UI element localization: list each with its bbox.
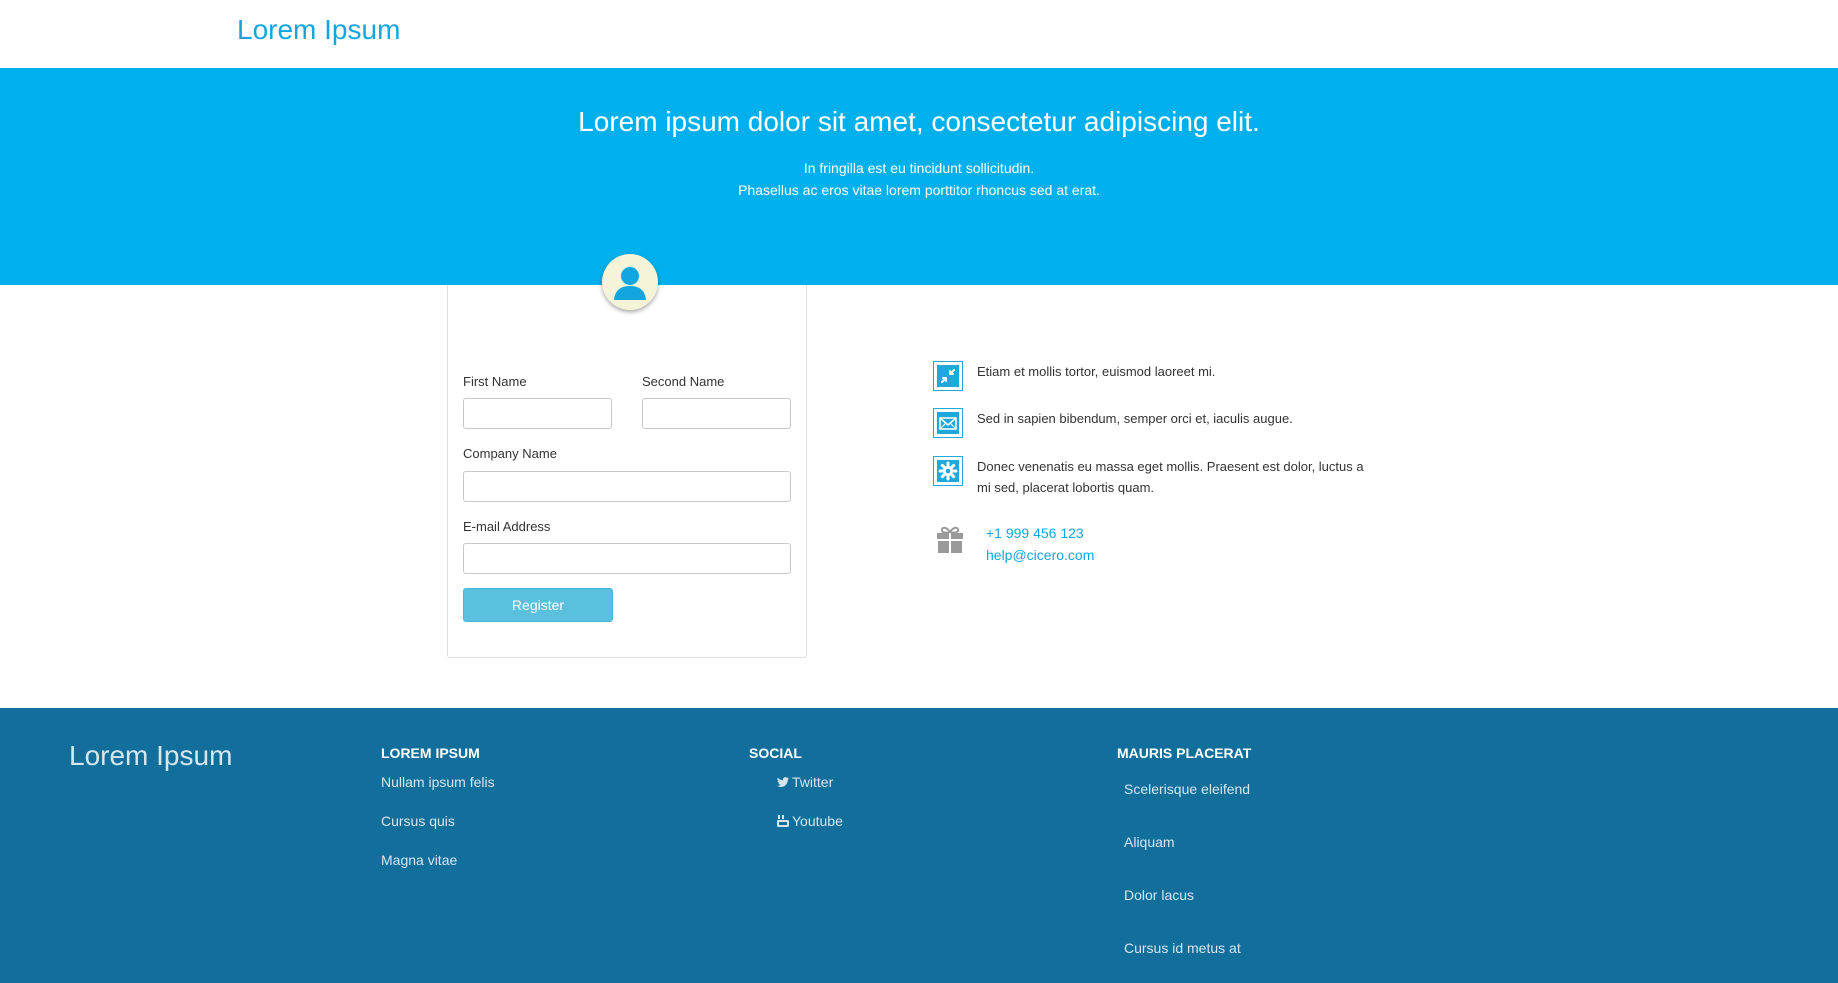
feature-text-1: Etiam et mollis tortor, euismod laoreet … [977,364,1216,379]
feature-text-3: Donec venenatis eu massa eget mollis. Pr… [977,459,1364,495]
footer-heading-lorem-ipsum: LOREM IPSUM [381,745,480,761]
footer-link-aliquam[interactable]: Aliquam [1124,834,1175,850]
contact-phone-link[interactable]: +1 999 456 123 [986,525,1084,541]
footer-link-cursus-id[interactable]: Cursus id metus at [1124,940,1241,956]
footer-link-dolor-lacus[interactable]: Dolor lacus [1124,887,1194,903]
second-name-input[interactable] [642,398,791,429]
compress-arrows-icon [933,361,963,391]
youtube-label: Youtube [792,813,843,829]
company-name-label: Company Name [463,446,557,461]
first-name-label: First Name [463,374,527,389]
footer-link-youtube[interactable]: Youtube [777,813,843,830]
youtube-icon [777,814,789,830]
brand-link[interactable]: Lorem Ipsum [237,14,400,46]
register-button[interactable]: Register [463,588,613,622]
feature-text-2: Sed in sapien bibendum, semper orci et, … [977,411,1293,426]
hero-title: Lorem ipsum dolor sit amet, consectetur … [578,106,1260,137]
site-footer: Lorem Ipsum LOREM IPSUM Nullam ipsum fel… [0,708,1838,983]
user-avatar-icon [602,254,658,310]
email-address-label: E-mail Address [463,519,551,534]
gift-icon [934,524,966,556]
twitter-icon [777,775,789,791]
email-address-input[interactable] [463,543,791,574]
footer-link-nullam[interactable]: Nullam ipsum felis [381,774,495,790]
footer-heading-social: SOCIAL [749,745,802,761]
second-name-label: Second Name [642,374,725,389]
footer-link-scelerisque[interactable]: Scelerisque eleifend [1124,781,1250,797]
hero-banner: Lorem ipsum dolor sit amet, consectetur … [0,68,1838,285]
footer-heading-mauris-placerat: MAURIS PLACERAT [1117,745,1252,761]
footer-link-cursus[interactable]: Cursus quis [381,813,455,829]
gear-icon [933,456,963,486]
twitter-label: Twitter [792,774,834,790]
hero-subtitle-line-1: In fringilla est eu tincidunt sollicitud… [803,160,1035,176]
footer-link-twitter[interactable]: Twitter [777,774,833,791]
footer-link-magna[interactable]: Magna vitae [381,852,457,868]
envelope-icon [933,408,963,438]
first-name-input[interactable] [463,398,612,429]
hero-subtitle-line-2: Phasellus ac eros vitae lorem porttitor … [738,182,1100,198]
contact-email-link[interactable]: help@cicero.com [986,547,1094,563]
company-name-input[interactable] [463,471,791,502]
footer-brand: Lorem Ipsum [69,740,233,771]
top-navbar: Lorem Ipsum [0,0,1838,68]
